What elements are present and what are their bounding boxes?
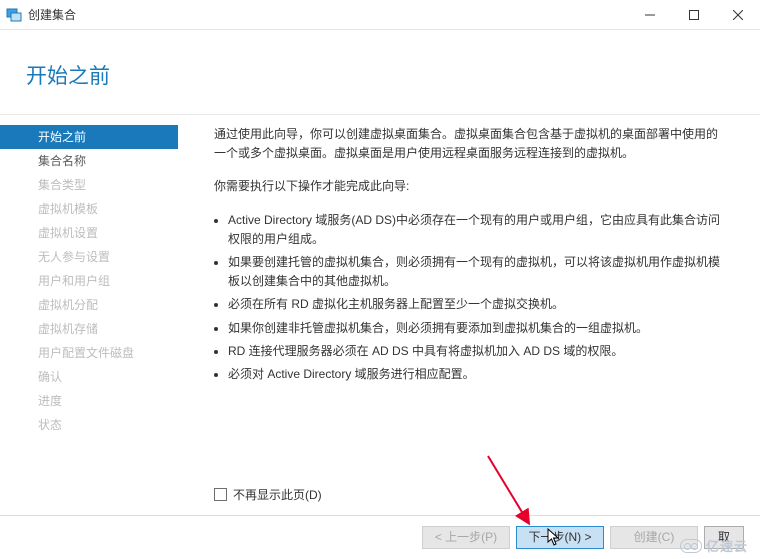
nav-item-users-groups: 用户和用户组	[0, 269, 178, 293]
maximize-button[interactable]	[672, 0, 716, 29]
requirement-item: RD 连接代理服务器必须在 AD DS 中具有将虚拟机加入 AD DS 域的权限…	[228, 342, 728, 361]
nav-item-unattended: 无人参与设置	[0, 245, 178, 269]
page-title: 开始之前	[26, 60, 720, 90]
requirement-item: 如果要创建托管的虚拟机集合，则必须拥有一个现有的虚拟机，可以将该虚拟机用作虚拟机…	[228, 253, 728, 291]
wizard-header: 开始之前	[0, 30, 760, 115]
requirement-item: 必须在所有 RD 虚拟化主机服务器上配置至少一个虚拟交换机。	[228, 295, 728, 314]
close-button[interactable]	[716, 0, 760, 29]
nav-item-confirmation: 确认	[0, 365, 178, 389]
requirement-item: 如果你创建非托管虚拟机集合，则必须拥有要添加到虚拟机集合的一组虚拟机。	[228, 319, 728, 338]
nav-item-progress: 进度	[0, 389, 178, 413]
requirement-item: 必须对 Active Directory 域服务进行相应配置。	[228, 365, 728, 384]
dont-show-again-label: 不再显示此页(D)	[233, 486, 322, 503]
nav-item-vm-template: 虚拟机模板	[0, 197, 178, 221]
wizard-body: 开始之前 集合名称 集合类型 虚拟机模板 虚拟机设置 无人参与设置 用户和用户组…	[0, 115, 760, 519]
title-bar: 创建集合	[0, 0, 760, 30]
nav-item-collection-name[interactable]: 集合名称	[0, 149, 178, 173]
dont-show-again-row[interactable]: 不再显示此页(D)	[214, 486, 322, 503]
minimize-button[interactable]	[628, 0, 672, 29]
nav-item-vm-settings: 虚拟机设置	[0, 221, 178, 245]
nav-item-vm-allocation: 虚拟机分配	[0, 293, 178, 317]
watermark-text: 亿速云	[706, 536, 748, 555]
previous-button: < 上一步(P)	[422, 526, 510, 549]
watermark-icon	[680, 539, 702, 553]
requirement-item: Active Directory 域服务(AD DS)中必须存在一个现有的用户或…	[228, 211, 728, 249]
next-button[interactable]: 下一步(N) >	[516, 526, 604, 549]
dont-show-again-checkbox[interactable]	[214, 488, 227, 501]
window-controls	[628, 0, 760, 29]
intro-text: 通过使用此向导，你可以创建虚拟桌面集合。虚拟桌面集合包含基于虚拟机的桌面部署中使…	[214, 125, 728, 163]
watermark: 亿速云	[680, 536, 748, 555]
nav-item-user-profile-disks: 用户配置文件磁盘	[0, 341, 178, 365]
requirements-list: Active Directory 域服务(AD DS)中必须存在一个现有的用户或…	[214, 211, 728, 385]
wizard-button-bar: < 上一步(P) 下一步(N) > 创建(C) 取	[0, 515, 760, 559]
nav-item-status: 状态	[0, 413, 178, 437]
wizard-sidebar: 开始之前 集合名称 集合类型 虚拟机模板 虚拟机设置 无人参与设置 用户和用户组…	[0, 115, 178, 519]
window-title: 创建集合	[28, 6, 76, 23]
nav-item-before-you-begin[interactable]: 开始之前	[0, 125, 178, 149]
nav-item-collection-type: 集合类型	[0, 173, 178, 197]
wizard-content: 通过使用此向导，你可以创建虚拟桌面集合。虚拟桌面集合包含基于虚拟机的桌面部署中使…	[178, 115, 760, 519]
nav-item-vm-storage: 虚拟机存储	[0, 317, 178, 341]
app-icon	[6, 7, 22, 23]
lead-text: 你需要执行以下操作才能完成此向导:	[214, 177, 728, 196]
